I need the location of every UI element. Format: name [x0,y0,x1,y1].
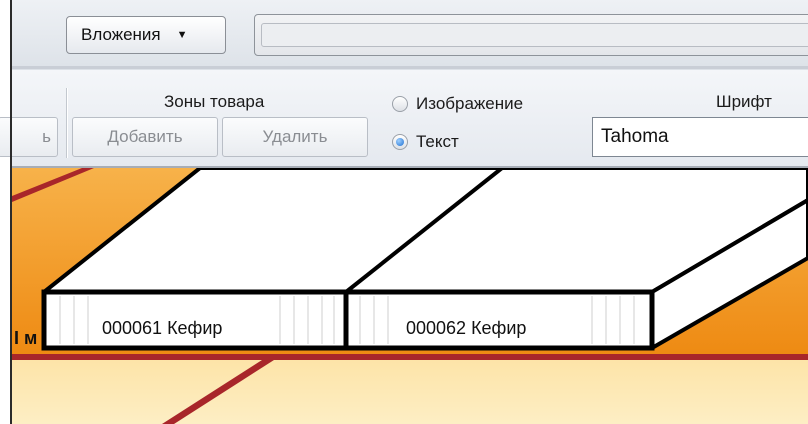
radio-text-option[interactable]: Текст [392,132,459,152]
shelf-cell-label[interactable]: 000062 Кефир [406,318,526,339]
zones-group-title: Зоны товара [164,92,265,111]
font-name-value: Tahoma [601,126,669,147]
radio-image-label: Изображение [416,94,524,113]
window-border [10,0,12,424]
radio-text-button[interactable] [392,134,408,150]
path-field-inner [261,23,808,47]
planogram-canvas[interactable]: I м 000061 Кефир 000062 Кефир [12,168,808,424]
font-name-input[interactable]: Tahoma [592,117,808,157]
previous-group-button[interactable]: ь [0,117,58,157]
shelf-cell-label[interactable]: 000061 Кефир [102,318,222,339]
shelf-peach-area [12,360,808,424]
attachments-dropdown[interactable]: Вложения ▼ [66,16,226,54]
path-field[interactable] [254,14,808,56]
attachments-dropdown-label: Вложения [81,25,161,44]
delete-zone-button[interactable]: Удалить [222,117,368,157]
left-shelf-fragment: I м [14,328,38,348]
previous-group-button-label: ь [42,127,51,146]
delete-zone-button-label: Удалить [262,127,328,146]
toolbar-divider [12,66,808,69]
radio-text-label: Текст [416,132,459,151]
shelf-red-line [12,354,808,360]
radio-image-option[interactable]: Изображение [392,94,523,114]
chevron-down-icon: ▼ [176,29,188,41]
font-group-title: Шрифт [716,92,772,111]
radio-image-button[interactable] [392,96,408,112]
group-separator [66,88,67,158]
planogram-drawing [12,168,808,424]
add-zone-button-label: Добавить [107,127,183,146]
add-zone-button[interactable]: Добавить [72,117,218,157]
